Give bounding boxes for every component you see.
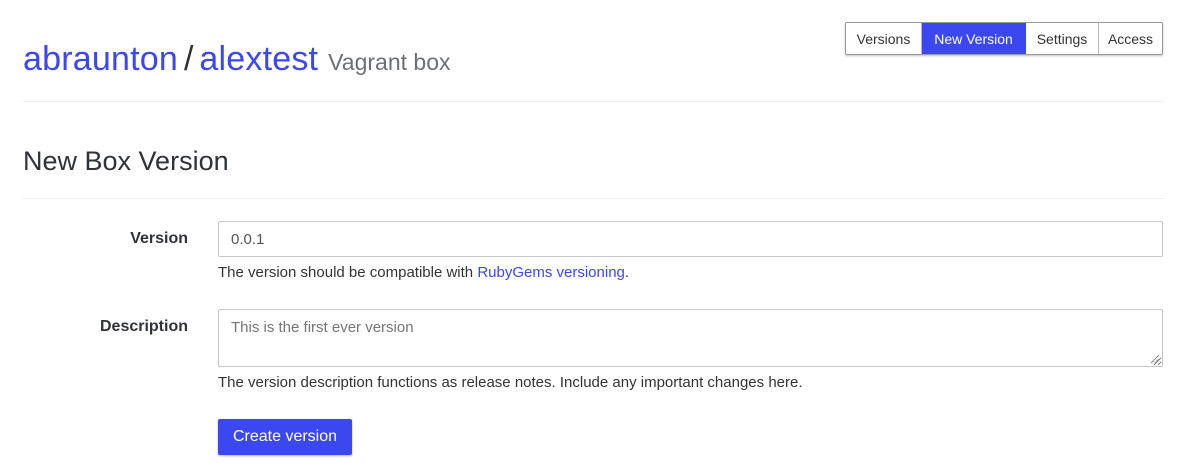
- tab-versions[interactable]: Versions: [846, 23, 922, 54]
- description-help-text: The version description functions as rel…: [218, 374, 803, 391]
- box-name-link[interactable]: alextest: [199, 40, 318, 79]
- version-label: Version: [130, 230, 188, 247]
- page: abraunton / alextest Vagrant box Version…: [0, 0, 1184, 476]
- resize-grip-icon[interactable]: [1150, 354, 1160, 364]
- owner-link[interactable]: abraunton: [23, 40, 178, 79]
- tab-access[interactable]: Access: [1099, 23, 1162, 54]
- box-nav-tabs: Versions New Version Settings Access: [845, 22, 1163, 55]
- version-help-suffix: .: [624, 264, 630, 281]
- rubygems-versioning-link[interactable]: RubyGems versioning: [477, 264, 625, 281]
- tab-new-version[interactable]: New Version: [922, 23, 1026, 54]
- box-type-label: Vagrant box: [328, 49, 451, 75]
- header-divider: [23, 101, 1164, 102]
- version-help-prefix: The version should be compatible with: [218, 264, 478, 281]
- create-version-button[interactable]: Create version: [218, 419, 352, 455]
- page-title: New Box Version: [23, 146, 229, 176]
- version-input[interactable]: [218, 221, 1163, 257]
- box-breadcrumb: abraunton / alextest Vagrant box: [23, 40, 451, 79]
- description-textarea[interactable]: [218, 309, 1163, 367]
- breadcrumb-separator: /: [183, 40, 194, 78]
- description-label: Description: [99, 318, 188, 335]
- version-help-text: The version should be compatible with Ru…: [218, 264, 629, 281]
- title-divider: [23, 198, 1164, 199]
- tab-settings[interactable]: Settings: [1026, 23, 1099, 54]
